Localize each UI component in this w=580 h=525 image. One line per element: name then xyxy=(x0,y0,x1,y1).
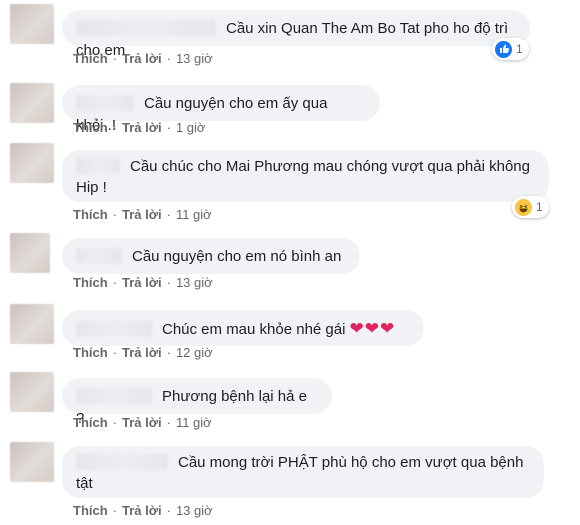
separator: · xyxy=(166,275,171,290)
reaction-count-value: 1 xyxy=(536,200,543,214)
reaction-count-value: 1 xyxy=(516,42,523,56)
comment-time[interactable]: 13 giờ xyxy=(176,275,213,290)
separator: · xyxy=(112,345,118,360)
comment-text: Cầu nguyện cho em nó bình an xyxy=(132,248,342,265)
comment-time[interactable]: 12 giờ xyxy=(176,345,213,360)
reply-button[interactable]: Trả lời xyxy=(122,120,162,135)
like-button[interactable]: Thích xyxy=(73,120,108,135)
reply-button[interactable]: Trả lời xyxy=(122,51,162,66)
comment-text: Cầu chúc cho Mai Phương mau chóng vượt q… xyxy=(130,158,530,175)
reply-button[interactable]: Trả lời xyxy=(122,207,162,222)
avatar[interactable] xyxy=(10,442,54,482)
separator: · xyxy=(112,51,118,66)
commenter-name[interactable] xyxy=(76,321,152,337)
separator: · xyxy=(166,345,171,360)
separator: · xyxy=(166,415,171,430)
comment-time[interactable]: 11 giờ xyxy=(176,207,212,222)
comment-text-cont: Hip ! xyxy=(76,179,107,196)
separator: · xyxy=(112,415,118,430)
like-button[interactable]: Thích xyxy=(73,275,108,290)
haha-icon xyxy=(515,198,532,216)
comment-bubble: Cầu nguyện cho em ấy qua khỏi..! xyxy=(62,85,380,134)
comment-text-cont: tật xyxy=(76,475,93,492)
separator: · xyxy=(166,207,171,222)
like-button[interactable]: Thích xyxy=(73,51,108,66)
comment-actions: Thích · Trả lời · 11 giờ xyxy=(73,207,212,222)
reaction-count[interactable]: 1 xyxy=(512,196,549,218)
comment-bubble: Cầu nguyện cho em nó bình an xyxy=(62,238,360,274)
reply-button[interactable]: Trả lời xyxy=(122,275,162,290)
commenter-name[interactable] xyxy=(76,95,134,111)
like-icon xyxy=(495,40,512,58)
separator: · xyxy=(166,503,171,518)
comment-text: Cầu mong trời PHẬT phù hộ cho em vượt qu… xyxy=(178,454,524,471)
reaction-count[interactable]: 1 xyxy=(492,38,529,60)
comment-time[interactable]: 13 giờ xyxy=(176,503,213,518)
commenter-name[interactable] xyxy=(76,454,168,470)
comment-bubble: Cầu chúc cho Mai Phương mau chóng vượt q… xyxy=(62,150,549,202)
avatar[interactable] xyxy=(10,304,54,344)
comment-actions: Thích · Trả lời · 12 giờ xyxy=(73,345,213,360)
avatar[interactable] xyxy=(10,143,54,183)
commenter-name[interactable] xyxy=(76,20,216,36)
separator: · xyxy=(112,275,118,290)
comment-actions: Thích · Trả lời · 13 giờ xyxy=(73,275,213,290)
commenter-name[interactable] xyxy=(76,158,120,174)
avatar[interactable] xyxy=(10,83,54,123)
commenter-name[interactable] xyxy=(76,248,122,264)
comment-time[interactable]: 13 giờ xyxy=(176,51,213,66)
avatar[interactable] xyxy=(10,233,50,273)
reply-button[interactable]: Trả lời xyxy=(122,415,162,430)
comment-time[interactable]: 11 giờ xyxy=(176,415,212,430)
separator: · xyxy=(112,503,118,518)
separator: · xyxy=(112,120,118,135)
reply-button[interactable]: Trả lời xyxy=(122,345,162,360)
like-button[interactable]: Thích xyxy=(73,503,108,518)
like-button[interactable]: Thích xyxy=(73,207,108,222)
comment-bubble: Phương bệnh lại hả e ? xyxy=(62,378,332,427)
comment-bubble: Cầu mong trời PHẬT phù hộ cho em vượt qu… xyxy=(62,446,544,498)
comment-actions: Thích · Trả lời · 13 giờ xyxy=(73,51,213,66)
comment-text: Chúc em mau khỏe nhé gái xyxy=(162,321,346,338)
like-button[interactable]: Thích xyxy=(73,345,108,360)
separator: · xyxy=(166,120,171,135)
avatar[interactable] xyxy=(10,372,54,412)
reply-button[interactable]: Trả lời xyxy=(122,503,162,518)
like-button[interactable]: Thích xyxy=(73,415,108,430)
comment-time[interactable]: 1 giờ xyxy=(176,120,206,135)
comment-bubble: Chúc em mau khỏe nhé gái ❤❤❤ xyxy=(62,310,424,346)
commenter-name[interactable] xyxy=(76,388,152,404)
avatar[interactable] xyxy=(10,4,54,44)
separator: · xyxy=(112,207,118,222)
separator: · xyxy=(166,51,171,66)
comment-actions: Thích · Trả lời · 1 giờ xyxy=(73,120,205,135)
comment-bubble: Cầu xin Quan The Am Bo Tat pho ho độ trì… xyxy=(62,10,530,59)
comment-actions: Thích · Trả lời · 11 giờ xyxy=(73,415,212,430)
comment-actions: Thích · Trả lời · 13 giờ xyxy=(73,503,213,518)
heart-emoji: ❤❤❤ xyxy=(349,319,396,338)
